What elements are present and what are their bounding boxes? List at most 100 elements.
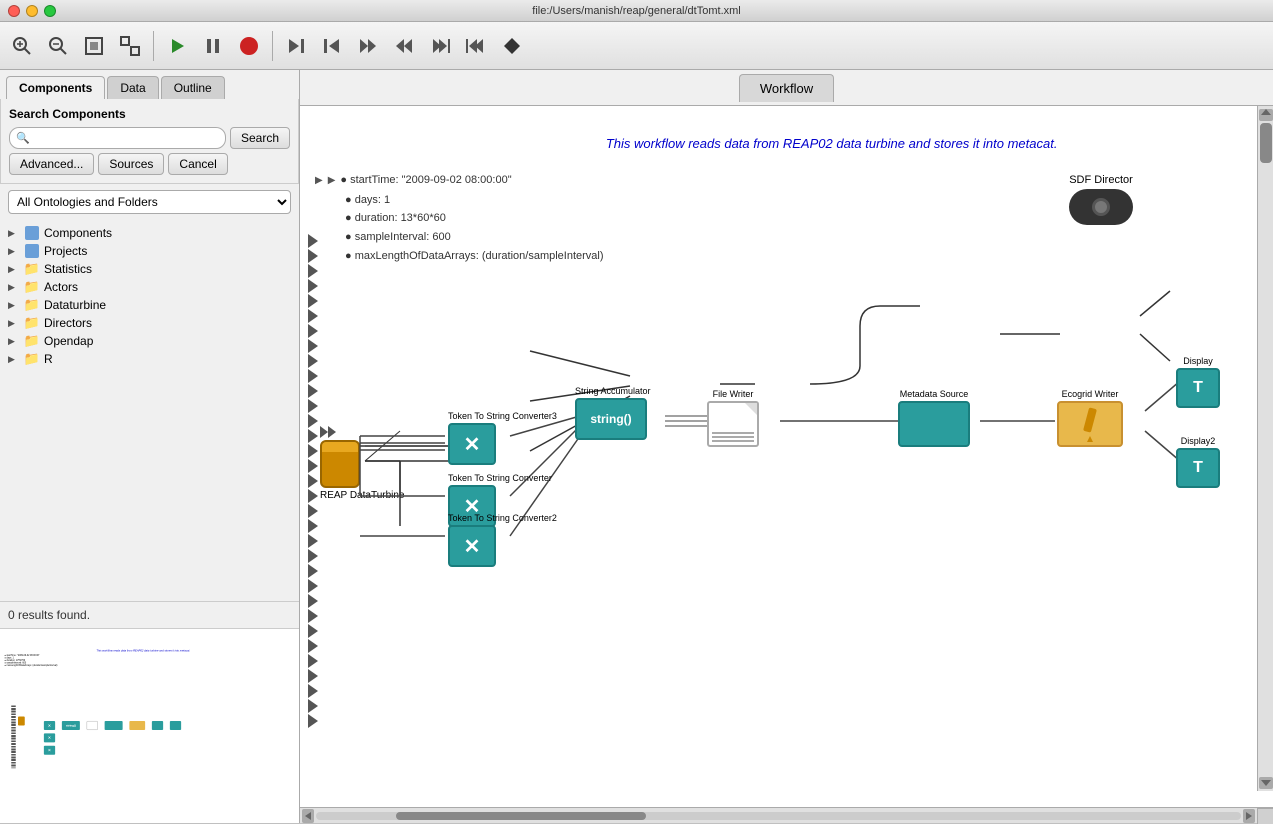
ecogrid-label: Ecogrid Writer <box>1057 389 1123 399</box>
sdf-lens-icon <box>1092 198 1110 216</box>
tree-arrow-actors: ▶ <box>8 282 20 293</box>
extra-back-button[interactable] <box>460 30 492 62</box>
pencil-icon <box>1076 406 1104 442</box>
file-writer-label: File Writer <box>707 389 759 399</box>
run-button[interactable] <box>161 30 193 62</box>
chevron-4 <box>308 279 318 293</box>
rewind-button[interactable] <box>388 30 420 62</box>
ecogrid-writer-node[interactable]: Ecogrid Writer <box>1057 389 1123 447</box>
reap-out-chevron-1 <box>320 426 328 438</box>
zoom-in-button[interactable] <box>6 30 38 62</box>
chevron-23 <box>308 564 318 578</box>
tree-arrow-opendap: ▶ <box>8 336 20 347</box>
file-writer-node[interactable]: File Writer <box>707 389 759 447</box>
workflow-tab[interactable]: Workflow <box>739 74 834 102</box>
panel-tabs: Components Data Outline <box>0 70 299 99</box>
tree-label-r: R <box>44 352 53 366</box>
chevron-8 <box>308 339 318 353</box>
close-button[interactable] <box>8 5 20 17</box>
search-button[interactable]: Search <box>230 127 290 149</box>
vertical-scrollbar[interactable] <box>1257 106 1273 791</box>
tree-item-dataturbine[interactable]: ▶ 📁 Dataturbine <box>0 296 299 314</box>
chevron-26 <box>308 609 318 623</box>
tree-item-actors[interactable]: ▶ 📁 Actors <box>0 278 299 296</box>
sdf-director-node[interactable]: SDF Director <box>1069 174 1133 225</box>
string-accum-box: string() <box>575 398 647 440</box>
step-forward-button[interactable] <box>280 30 312 62</box>
actual-size-button[interactable] <box>114 30 146 62</box>
advanced-button[interactable]: Advanced... <box>9 153 94 175</box>
maximize-button[interactable] <box>44 5 56 17</box>
search-input[interactable] <box>9 127 226 149</box>
ontology-dropdown[interactable]: All Ontologies and Folders Components On… <box>8 190 291 214</box>
ontology-dropdown-row: All Ontologies and Folders Components On… <box>0 184 299 220</box>
scroll-right-arrow[interactable] <box>1243 809 1255 823</box>
tree-label-directors: Directors <box>44 316 92 330</box>
tree-item-statistics[interactable]: ▶ 📁 Statistics <box>0 260 299 278</box>
chevron-15 <box>308 444 318 458</box>
tree-item-directors[interactable]: ▶ 📁 Directors <box>0 314 299 332</box>
search-results: 0 results found. <box>0 601 299 628</box>
string-accumulator-node[interactable]: String Accumulator string() <box>575 386 651 440</box>
main-layout: Components Data Outline Search Component… <box>0 70 1273 823</box>
metadata-source-node[interactable]: Metadata Source <box>898 389 970 447</box>
display-1-label: Display <box>1176 356 1220 366</box>
token-converter-2-node[interactable]: Token To String Converter2 ✕ <box>448 513 557 567</box>
step-back-button[interactable] <box>316 30 348 62</box>
chevron-9 <box>308 354 318 368</box>
tab-outline[interactable]: Outline <box>161 76 225 99</box>
tree-arrow-dataturbine: ▶ <box>8 300 20 311</box>
tree-item-components[interactable]: ▶ Components <box>0 224 299 242</box>
diamond-button[interactable] <box>496 30 528 62</box>
display-2-label: Display2 <box>1176 436 1220 446</box>
stop-button[interactable] <box>233 30 265 62</box>
zoom-out-button[interactable] <box>42 30 74 62</box>
horizontal-scrollbar-thumb[interactable] <box>396 812 646 820</box>
token-converter-3-node[interactable]: Token To String Converter3 ✕ <box>448 411 557 465</box>
scrollbar-track <box>316 812 1241 820</box>
workflow-preview: This workflow reads data from REAP02 dat… <box>0 628 299 823</box>
display-2-node[interactable]: Display2 T <box>1176 436 1220 488</box>
sdf-director-label: SDF Director <box>1069 174 1133 186</box>
scrollbar-corner <box>1257 808 1273 824</box>
scroll-down-arrow[interactable] <box>1259 777 1273 789</box>
display-2-box: T <box>1176 448 1220 488</box>
horizontal-scrollbar[interactable] <box>300 807 1273 823</box>
tab-data[interactable]: Data <box>107 76 158 99</box>
pause-button[interactable] <box>197 30 229 62</box>
fit-button[interactable] <box>78 30 110 62</box>
workflow-header: Workflow <box>300 70 1273 106</box>
metadata-box <box>898 401 970 447</box>
tree-item-r[interactable]: ▶ 📁 R <box>0 350 299 368</box>
tree-item-projects[interactable]: ▶ Projects <box>0 242 299 260</box>
reap-dataturbine-node[interactable]: REAP DataTurbine <box>320 426 405 501</box>
workflow-canvas[interactable]: This workflow reads data from REAP02 dat… <box>300 106 1273 807</box>
sources-button[interactable]: Sources <box>98 153 164 175</box>
chevron-31 <box>308 684 318 698</box>
tab-components[interactable]: Components <box>6 76 105 99</box>
vertical-scrollbar-thumb[interactable] <box>1260 123 1272 163</box>
param-sampleinterval: ● sampleInterval: 600 <box>345 228 604 247</box>
ecogrid-box <box>1057 401 1123 447</box>
scroll-left-arrow[interactable] <box>302 809 314 823</box>
tree-label-statistics: Statistics <box>44 262 92 276</box>
chevron-21 <box>308 534 318 548</box>
chevron-22 <box>308 549 318 563</box>
token-2-label: Token To String Converter2 <box>448 513 557 523</box>
display-1-box: T <box>1176 368 1220 408</box>
extra-fwd-button[interactable] <box>424 30 456 62</box>
window-title: file:/Users/manish/reap/general/dtTomt.x… <box>532 5 740 17</box>
chevron-25 <box>308 594 318 608</box>
chevron-33 <box>308 714 318 728</box>
cancel-button[interactable]: Cancel <box>168 153 227 175</box>
param-days: ● days: 1 <box>345 191 604 210</box>
chevron-32 <box>308 699 318 713</box>
token-3-label: Token To String Converter3 <box>448 411 557 421</box>
scroll-up-arrow[interactable] <box>1259 109 1273 121</box>
tree-arrow-components: ▶ <box>8 228 20 239</box>
fast-forward-button[interactable] <box>352 30 384 62</box>
display-1-node[interactable]: Display T <box>1176 356 1220 408</box>
folder-icon-actors: 📁 <box>24 280 40 294</box>
tree-item-opendap[interactable]: ▶ 📁 Opendap <box>0 332 299 350</box>
minimize-button[interactable] <box>26 5 38 17</box>
